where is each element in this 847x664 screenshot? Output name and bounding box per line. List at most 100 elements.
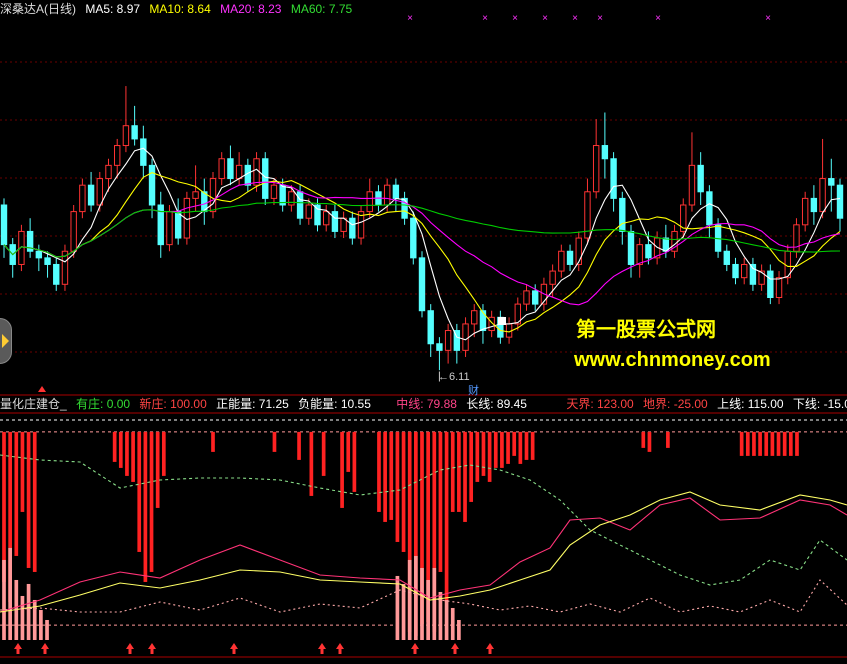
candle-body — [601, 145, 609, 160]
indicator-light-bar — [420, 567, 424, 640]
candle-body — [192, 191, 199, 199]
candle-body — [627, 230, 635, 265]
indicator-light-bar — [20, 595, 25, 640]
candle-body — [349, 217, 356, 239]
indicator-light-bar — [39, 609, 43, 640]
candle-body — [828, 178, 835, 186]
indicator-bar — [444, 431, 449, 602]
zhongxian-label: 中线: 79.88 — [396, 397, 457, 411]
candle-body — [436, 343, 443, 351]
candle-body — [383, 184, 391, 206]
candle-body — [444, 330, 452, 351]
candle-body — [262, 158, 269, 199]
indicator-bar — [32, 431, 37, 572]
candle-body — [70, 211, 77, 252]
indicator-bar — [770, 431, 775, 456]
side-expand-button[interactable] — [0, 318, 12, 364]
candle-body — [418, 257, 426, 312]
candle-body — [44, 257, 51, 265]
buy-arrow-icon — [148, 643, 156, 654]
indicator-bar — [463, 431, 467, 522]
candle-body — [549, 270, 556, 285]
candle-body — [523, 290, 530, 305]
cursor-square — [498, 317, 506, 325]
indicator-bar — [524, 431, 529, 460]
indicator-light-bar — [2, 559, 6, 640]
top-event-marker: × — [512, 13, 518, 24]
candle-body — [836, 184, 844, 219]
candle-body — [148, 164, 156, 206]
candle-body — [331, 211, 339, 232]
indicator-bar — [481, 431, 486, 476]
indicator-bar — [321, 431, 326, 476]
stock-chart-window: × × × × × × × × 深桑达A(日线) MA5: 8.97 MA10: 8.64 M… — [0, 0, 847, 664]
buy-arrow-icon — [126, 643, 134, 654]
indicator-light-bar — [426, 579, 430, 640]
candle-body — [166, 211, 173, 246]
tianjie-label: 天界: 123.00 — [566, 397, 634, 411]
buy-arrow-icon — [14, 643, 22, 654]
indicator-bar — [20, 431, 25, 512]
buy-arrow-icon — [486, 643, 494, 654]
watermark-title: 第一股票公式网 — [576, 319, 716, 341]
candle-body — [392, 184, 400, 199]
indicator-bar — [149, 431, 154, 572]
candle-body — [209, 178, 217, 213]
indicator-bar — [131, 431, 135, 482]
indicator-light-bar — [401, 583, 406, 640]
indicator-bar — [112, 431, 117, 462]
candle-body — [610, 158, 617, 199]
candle-body — [114, 145, 121, 166]
indicator-light-bar — [414, 555, 418, 640]
indicator-bar — [14, 431, 19, 556]
candle-body — [87, 184, 95, 206]
xiaxian-label: 下线: -15.00 — [792, 397, 847, 411]
indicator-bar — [137, 431, 142, 552]
candle-body — [566, 250, 574, 265]
candle-body — [479, 310, 487, 332]
zhengnengliang-label: 正能量: 71.25 — [216, 397, 289, 411]
indicator-light-bar — [8, 547, 12, 640]
buy-arrow-icon — [318, 643, 326, 654]
indicator-bar — [297, 431, 301, 460]
candle-body — [645, 244, 652, 259]
indicator-bar — [125, 431, 129, 476]
candle-body — [270, 184, 278, 199]
top-event-marker: × — [482, 13, 488, 24]
indicator-light-bar — [407, 559, 412, 640]
indicator-light-bar — [26, 583, 31, 640]
buy-arrow-icon — [230, 643, 238, 654]
candle-body — [323, 211, 330, 226]
indicator-light-bar — [32, 599, 37, 640]
cai-marker[interactable]: 财 — [468, 382, 479, 398]
indicator-bar — [340, 431, 344, 508]
top-event-marker: × — [407, 13, 413, 24]
top-event-marker: × — [572, 13, 578, 24]
top-event-marker: × — [655, 13, 661, 24]
changxian-label: 长线: 89.45 — [466, 397, 527, 411]
indicator-bar — [352, 431, 357, 492]
candle-body — [140, 138, 147, 166]
indicator-light-bar — [450, 607, 455, 640]
buy-arrow-icon — [411, 643, 419, 654]
dijie-label: 地界: -25.00 — [643, 397, 708, 411]
indicator-panel-header: 量化庄建仓_ 有庄: 0.00 新庄: 100.00 正能量: 71.25 负能… — [0, 397, 847, 412]
stock-chart-canvas[interactable]: × × × × × × × × — [0, 0, 847, 664]
indicator-bar — [211, 431, 215, 452]
candle-body — [235, 164, 243, 180]
ma20-label: MA20: 8.23 — [220, 2, 282, 16]
candle-body — [697, 164, 704, 193]
top-event-marker: × — [765, 13, 771, 24]
indicator-bar — [493, 431, 498, 468]
indicator-bar — [143, 431, 148, 582]
indicator-bar — [450, 431, 455, 512]
candle-body — [723, 250, 730, 265]
candle-body — [767, 270, 774, 299]
ma10-label: MA10: 8.64 — [149, 2, 211, 16]
candle-body — [810, 197, 818, 213]
buy-arrow-icon — [336, 643, 344, 654]
indicator-light-bar — [395, 575, 400, 640]
top-event-marker: × — [542, 13, 548, 24]
indicator-bar — [161, 431, 166, 476]
indicator-bar — [487, 431, 492, 482]
